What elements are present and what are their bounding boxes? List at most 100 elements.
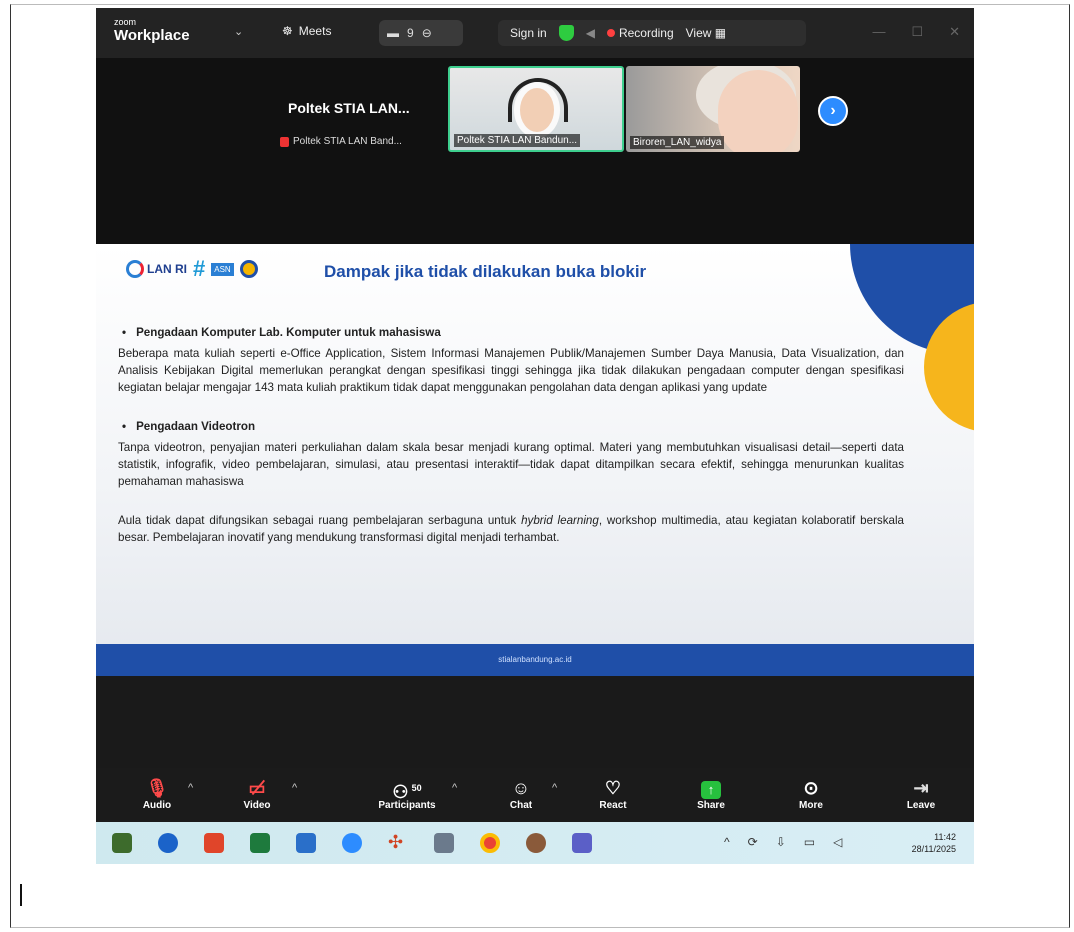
bullet-icon: • xyxy=(122,420,127,433)
chevron-up-icon[interactable]: ^ xyxy=(188,782,193,794)
chevron-up-icon[interactable]: ^ xyxy=(292,782,297,794)
audio-button[interactable]: 🎙 Audio xyxy=(122,776,192,811)
more-icon: ⊙ xyxy=(803,778,819,798)
video-tile[interactable]: Biroren_LAN_widya xyxy=(626,66,800,152)
zoom-app-icon[interactable] xyxy=(342,833,362,853)
logo-big-text: Workplace xyxy=(114,27,190,44)
video-tile[interactable]: Poltek STIA LAN Bandun... xyxy=(448,66,624,152)
chevron-right-icon: › xyxy=(830,102,836,119)
closing-text-1: Aula tidak dapat difungsikan sebagai rua… xyxy=(118,514,522,527)
record-dot-icon xyxy=(606,29,615,37)
section-heading-text: Pengadaan Videotron xyxy=(136,420,256,433)
clock[interactable]: 11:42 28/11/2025 xyxy=(912,831,956,855)
text-cursor xyxy=(20,884,22,906)
system-tray: ^ ⟳ ⇩ ▭ ◁ xyxy=(724,835,842,849)
leave-icon: ⇥ xyxy=(913,778,929,798)
meeting-status-group: Sign in ◀ Recording View ▦ xyxy=(498,20,806,46)
view-label: View xyxy=(685,26,712,40)
chrome-icon[interactable] xyxy=(480,833,500,853)
tile-name-label: Biroren_LAN_widya xyxy=(630,136,725,149)
maximize-icon[interactable]: ☐ xyxy=(911,24,923,40)
speaker-icon[interactable]: ◀ xyxy=(586,26,595,40)
recording-indicator[interactable]: Recording xyxy=(606,26,674,40)
lan-ri-text: LAN RI xyxy=(147,262,187,276)
clock-date: 28/11/2025 xyxy=(911,844,956,854)
closing-paragraph: Aula tidak dapat difungsikan sebagai rua… xyxy=(118,512,904,546)
hp-icon[interactable] xyxy=(158,833,178,853)
view-button[interactable]: View ▦ xyxy=(686,26,726,40)
video-gallery: Poltek STIA LAN... Poltek STIA LAN Band.… xyxy=(96,58,974,244)
meets-label: Meets xyxy=(298,24,332,38)
section-heading-text: Pengadaan Komputer Lab. Komputer untuk m… xyxy=(136,326,441,339)
file-explorer-icon[interactable] xyxy=(112,833,132,853)
chevron-up-icon[interactable]: ^ xyxy=(552,782,557,794)
snipping-tool-icon[interactable]: ✣ xyxy=(388,833,408,853)
globe-icon: ⊖ xyxy=(421,26,432,40)
clock-time: 11:42 xyxy=(934,832,956,842)
chevron-up-icon[interactable]: ^ xyxy=(452,782,457,794)
heart-icon: ♡ xyxy=(604,778,622,798)
share-icon: ↑ xyxy=(676,776,746,800)
slide-title: Dampak jika tidak dilakukan buka blokir xyxy=(324,262,647,281)
more-button[interactable]: ⊙ More xyxy=(776,776,846,811)
participants-label: Participants xyxy=(378,800,436,811)
zoom-window: zoom Workplace ⌄ ☸ Meets ▬ 9 ⊖ Sign in ◀… xyxy=(96,8,974,864)
zoom-logo[interactable]: zoom Workplace xyxy=(114,17,190,45)
grid-icon: ▦ xyxy=(714,26,727,40)
network-icon[interactable]: ▭ xyxy=(804,835,815,849)
window-controls: — ☐ ✕ xyxy=(872,24,960,40)
calculator-icon[interactable] xyxy=(434,833,454,853)
chat-icon: ☺ xyxy=(511,778,531,798)
asn-logo: ASN xyxy=(211,262,234,276)
section-heading: • Pengadaan Komputer Lab. Komputer untuk … xyxy=(122,324,904,341)
active-speaker-label: Poltek STIA LAN Band... xyxy=(280,136,402,147)
next-page-button[interactable]: › xyxy=(818,96,848,126)
active-speaker-name: Poltek STIA LAN... xyxy=(288,100,410,116)
mic-muted-icon: 🎙 xyxy=(145,778,169,798)
bullet-icon: • xyxy=(122,326,127,339)
slide-footer: stialanbandung.ac.id xyxy=(96,644,974,676)
monitor-icon: ▬ xyxy=(387,26,399,40)
participant-video xyxy=(514,82,560,138)
windows-taskbar: ✣ ^ ⟳ ⇩ ▭ ◁ 11:42 28/11/2025 xyxy=(96,822,974,864)
polytechnic-emblem-icon xyxy=(239,260,258,278)
react-button[interactable]: ♡ React xyxy=(578,776,648,811)
excel-icon[interactable] xyxy=(250,833,270,853)
people-icon: ☸ xyxy=(282,24,293,38)
sync-icon[interactable]: ⟳ xyxy=(748,835,758,849)
logo-small-text: zoom xyxy=(114,17,137,27)
participant-face xyxy=(718,70,798,152)
slide-logos: LAN RI # ASN xyxy=(126,256,258,282)
participants-icon: ⚇ 50 xyxy=(392,782,422,802)
chevron-down-icon[interactable]: ⌄ xyxy=(234,25,243,38)
shared-screen-slide: LAN RI # ASN Dampak jika tidak dilakukan… xyxy=(96,244,974,676)
participants-button[interactable]: ⚇ 50 Participants xyxy=(362,776,452,811)
outlook-icon[interactable] xyxy=(296,833,316,853)
teams-icon[interactable] xyxy=(572,833,592,853)
chevron-up-icon[interactable]: ^ xyxy=(724,835,730,849)
share-label: Share xyxy=(697,800,725,811)
active-speaker-subname: Poltek STIA LAN Band... xyxy=(293,136,402,147)
section-heading: • Pengadaan Videotron xyxy=(122,418,904,435)
lan-ri-mark-icon xyxy=(126,260,144,278)
shield-icon[interactable] xyxy=(558,25,574,41)
browser-icon[interactable] xyxy=(526,833,546,853)
meets-button[interactable]: ☸ Meets xyxy=(282,24,331,38)
share-button[interactable]: ↑ Share xyxy=(676,776,746,811)
chip-count: 9 xyxy=(407,26,414,40)
app-red-icon[interactable] xyxy=(204,833,224,853)
audio-label: Audio xyxy=(142,800,172,811)
video-label: Video xyxy=(243,800,271,811)
sign-in-button[interactable]: Sign in xyxy=(510,26,547,40)
chat-button[interactable]: ☺ Chat xyxy=(486,776,556,811)
close-icon[interactable]: ✕ xyxy=(949,24,960,40)
leave-button[interactable]: ⇥ Leave xyxy=(886,776,956,811)
volume-icon[interactable]: ◁ xyxy=(833,835,842,849)
title-bar: zoom Workplace ⌄ ☸ Meets ▬ 9 ⊖ Sign in ◀… xyxy=(96,8,974,58)
video-button[interactable]: ▭̸ Video xyxy=(222,776,292,811)
closing-emphasis: hybrid learning xyxy=(521,514,599,527)
usb-icon[interactable]: ⇩ xyxy=(776,835,786,849)
gallery-chip[interactable]: ▬ 9 ⊖ xyxy=(379,20,463,46)
minimize-icon[interactable]: — xyxy=(872,24,885,40)
video-off-icon: ▭̸ xyxy=(248,778,266,798)
